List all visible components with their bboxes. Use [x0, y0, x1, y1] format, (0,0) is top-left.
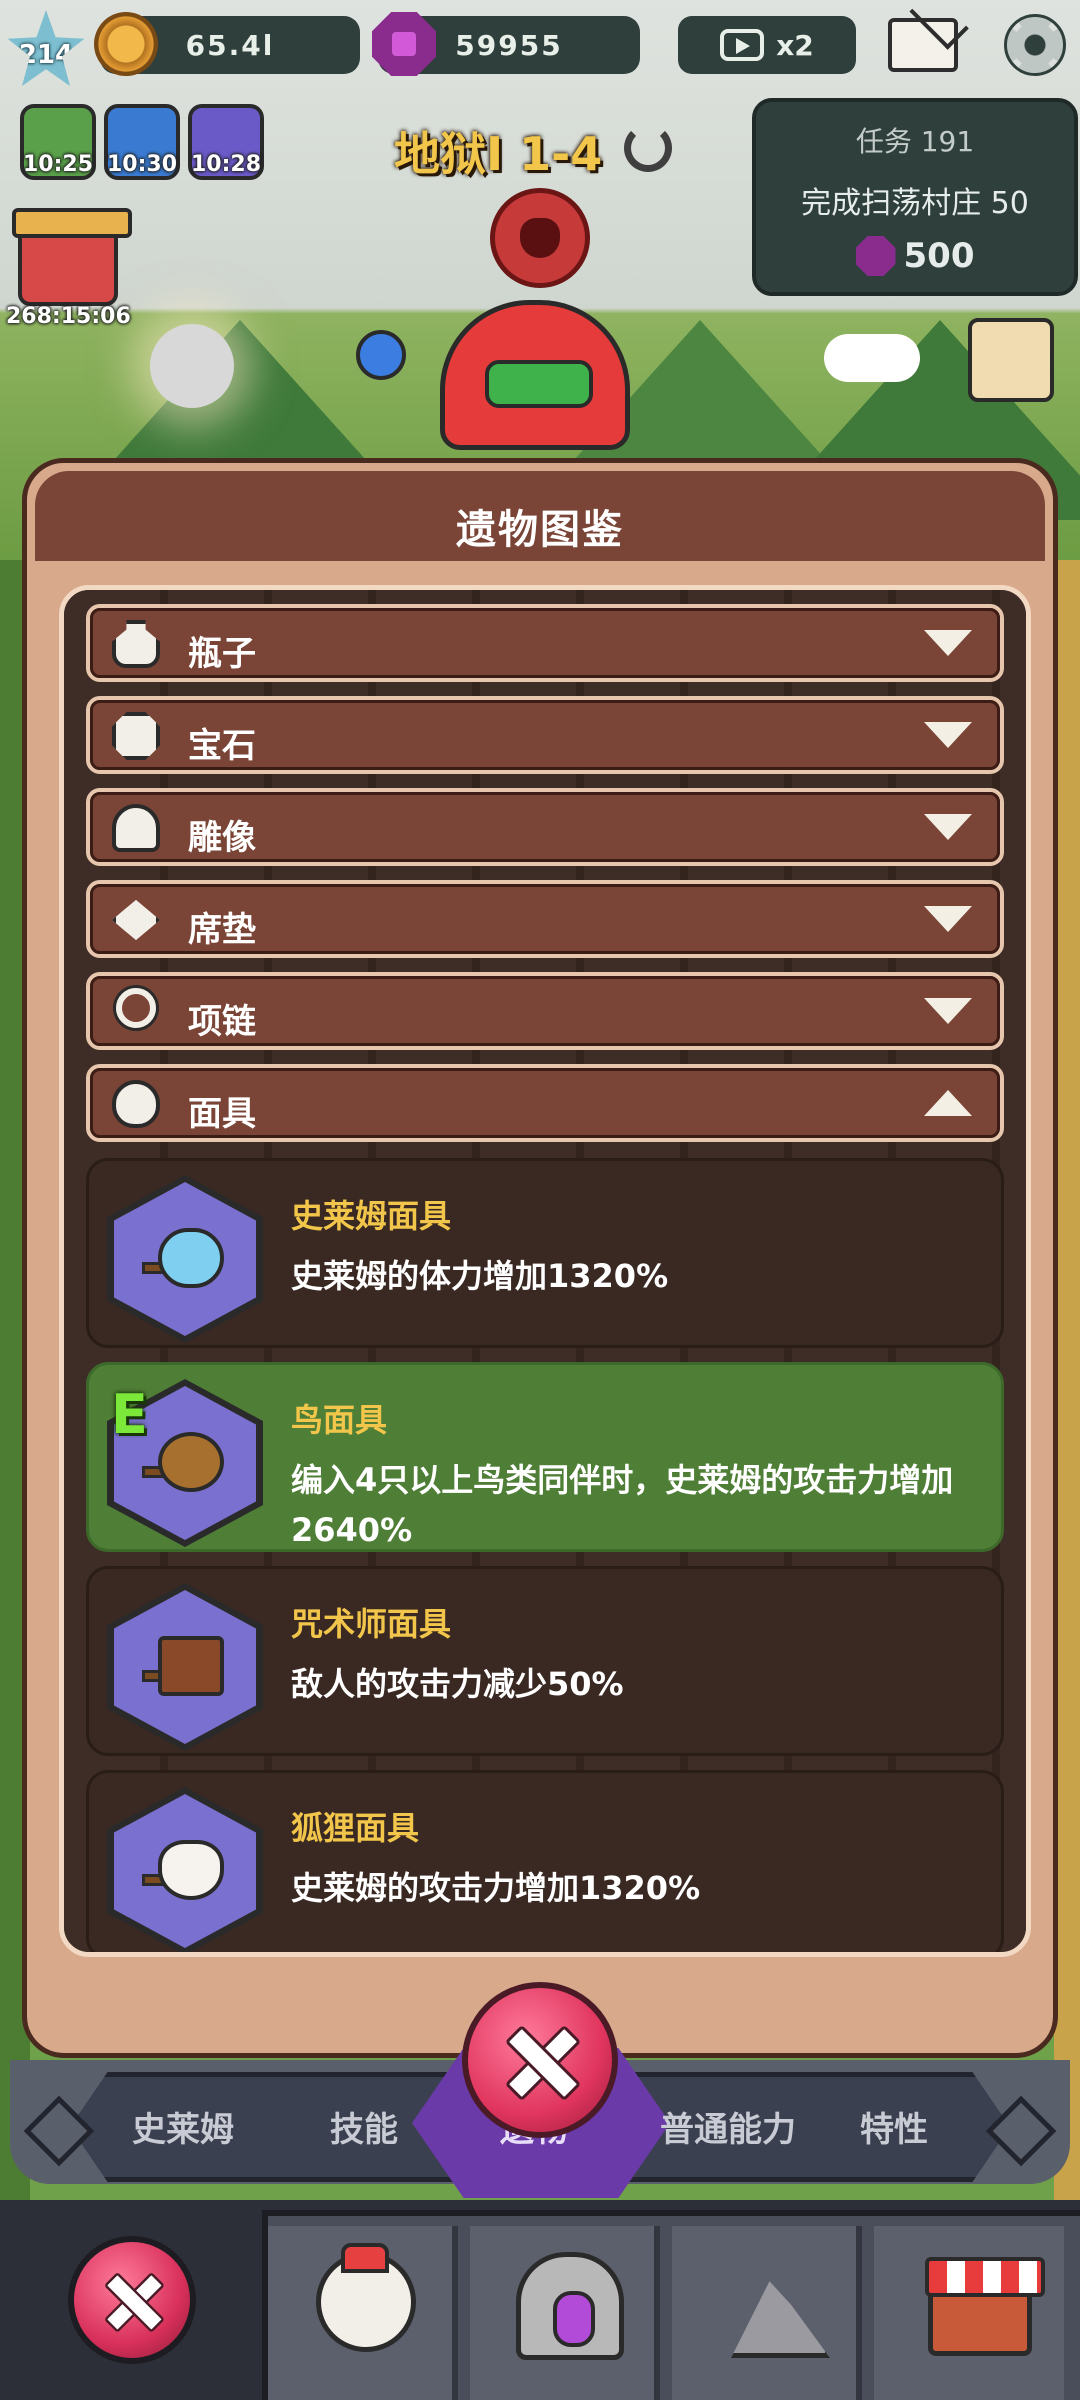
- category-statue[interactable]: 雕像: [86, 788, 1004, 866]
- gold-counter[interactable]: 65.4l: [94, 12, 360, 76]
- equipped-badge: E: [111, 1383, 148, 1446]
- relic-description: 编入4只以上鸟类同伴时，史莱姆的攻击力增加2640%: [291, 1461, 954, 1549]
- gem-currency-icon: [372, 12, 436, 76]
- scroll-quill-icon[interactable]: [968, 318, 1054, 402]
- gem-counter[interactable]: 59955: [372, 12, 640, 76]
- video-play-icon: [720, 29, 765, 61]
- relic-list-panel[interactable]: 瓶子 宝石 雕像 席垫 项链 面具 史莱姆面具 史莱姆的体力增加1320% E …: [59, 585, 1031, 1957]
- boss-skull-icon[interactable]: [490, 188, 590, 288]
- ad-boost-button[interactable]: x2: [678, 16, 856, 74]
- close-modal-button[interactable]: [462, 1982, 618, 2138]
- refresh-icon[interactable]: [624, 124, 672, 172]
- speed-boost-timer: 10:28: [190, 152, 262, 177]
- category-label: 雕像: [188, 818, 256, 858]
- category-bottle[interactable]: 瓶子: [86, 604, 1004, 682]
- relic-frame-fill: [114, 1590, 256, 1744]
- quest-reward-value: 500: [903, 236, 975, 276]
- quest-title: 任务 191: [855, 125, 975, 158]
- chicken-icon: [316, 2243, 416, 2352]
- quest-reward: 500: [756, 236, 1074, 276]
- mail-icon[interactable]: [888, 18, 958, 72]
- top-hud: 214 65.4l 59955 x2: [0, 0, 1080, 100]
- category-mat[interactable]: 席垫: [86, 880, 1004, 958]
- necklace-icon: [116, 988, 156, 1028]
- cloud: [824, 334, 920, 382]
- relic-card-bird-mask[interactable]: E 鸟面具 编入4只以上鸟类同伴时，史莱姆的攻击力增加2640%: [86, 1362, 1004, 1552]
- relic-frame: [107, 1583, 263, 1751]
- gear-icon[interactable]: [1004, 14, 1066, 76]
- mask-icon: [112, 1080, 160, 1128]
- gold-value: 65.4l: [185, 28, 275, 62]
- close-icon: [104, 2272, 160, 2328]
- category-label: 项链: [188, 1002, 256, 1042]
- shaman-mask-icon: [158, 1636, 224, 1696]
- gem-value: 59955: [455, 28, 563, 62]
- coin-icon: [94, 12, 158, 76]
- fox-mask-icon: [158, 1840, 224, 1900]
- mat-icon: [112, 899, 160, 941]
- close-icon: [505, 2025, 575, 2095]
- category-label: 瓶子: [188, 634, 256, 674]
- category-label: 面具: [188, 1094, 256, 1134]
- relic-frame: [107, 1175, 263, 1343]
- relic-frame: [107, 1787, 263, 1952]
- portal-icon: [516, 2252, 624, 2360]
- chevron-down-icon: [924, 814, 972, 840]
- category-mask[interactable]: 面具: [86, 1064, 1004, 1142]
- attack-boost-timer: 10:30: [106, 152, 178, 177]
- chest-timer: 268:15:06: [6, 304, 131, 329]
- chevron-up-icon: [924, 1090, 972, 1116]
- nav-close-button[interactable]: [68, 2236, 196, 2364]
- coin-boost-timer: 10:25: [22, 152, 94, 177]
- category-gem[interactable]: 宝石: [86, 696, 1004, 774]
- ad-multiplier: x2: [776, 28, 814, 62]
- modal-header: 遗物图鉴: [35, 471, 1045, 561]
- chevron-down-icon: [924, 722, 972, 748]
- relic-description: 史莱姆的体力增加1320%: [291, 1257, 669, 1295]
- gem-icon: [855, 236, 896, 276]
- category-label: 宝石: [188, 726, 256, 766]
- bottle-icon: [112, 620, 160, 668]
- gem-icon: [112, 712, 160, 760]
- gift-chest-icon[interactable]: [12, 208, 132, 306]
- chevron-down-icon: [924, 906, 972, 932]
- tab-skills[interactable]: 技能: [330, 2102, 398, 2151]
- relic-codex-modal: 遗物图鉴 瓶子 宝石 雕像 席垫 项链 面具 史莱姆面具 史莱姆的体力增加132…: [22, 458, 1058, 2058]
- level-number: 214: [18, 40, 74, 70]
- bird-mask-icon: [158, 1432, 224, 1492]
- relic-frame-fill: [114, 1794, 256, 1948]
- relic-card-slime-mask[interactable]: 史莱姆面具 史莱姆的体力增加1320%: [86, 1158, 1004, 1348]
- relic-name: 鸟面具: [291, 1401, 388, 1439]
- quest-panel[interactable]: 任务 191 完成扫荡村庄 50 500: [752, 98, 1078, 296]
- relic-card-fox-mask[interactable]: 狐狸面具 史莱姆的攻击力增加1320%: [86, 1770, 1004, 1952]
- tab-basic-abilities[interactable]: 普通能力: [660, 2102, 796, 2151]
- tab-traits[interactable]: 特性: [860, 2102, 928, 2151]
- relic-description: 敌人的攻击力减少50%: [291, 1665, 624, 1703]
- slime-mask-icon: [158, 1228, 224, 1288]
- level-badge[interactable]: 214: [7, 10, 85, 86]
- relic-name: 咒术师面具: [291, 1605, 452, 1643]
- statue-icon: [112, 804, 160, 852]
- relic-name: 史莱姆面具: [291, 1197, 452, 1235]
- sun-glow: [150, 324, 234, 408]
- quest-description: 完成扫荡村庄 50: [801, 186, 1029, 221]
- stage-title: 地狱I 1-4: [394, 127, 603, 181]
- modal-title: 遗物图鉴: [456, 507, 624, 553]
- category-label: 席垫: [188, 910, 256, 950]
- relic-name: 狐狸面具: [291, 1809, 420, 1847]
- relic-description: 史莱姆的攻击力增加1320%: [291, 1869, 701, 1907]
- shop-icon: [925, 2257, 1045, 2356]
- tab-slime[interactable]: 史莱姆: [132, 2102, 234, 2151]
- chevron-down-icon: [924, 630, 972, 656]
- magic-orb: [356, 330, 406, 380]
- category-necklace[interactable]: 项链: [86, 972, 1004, 1050]
- chevron-down-icon: [924, 998, 972, 1024]
- relic-card-shaman-mask[interactable]: 咒术师面具 敌人的攻击力减少50%: [86, 1566, 1004, 1756]
- relic-frame-fill: [114, 1182, 256, 1336]
